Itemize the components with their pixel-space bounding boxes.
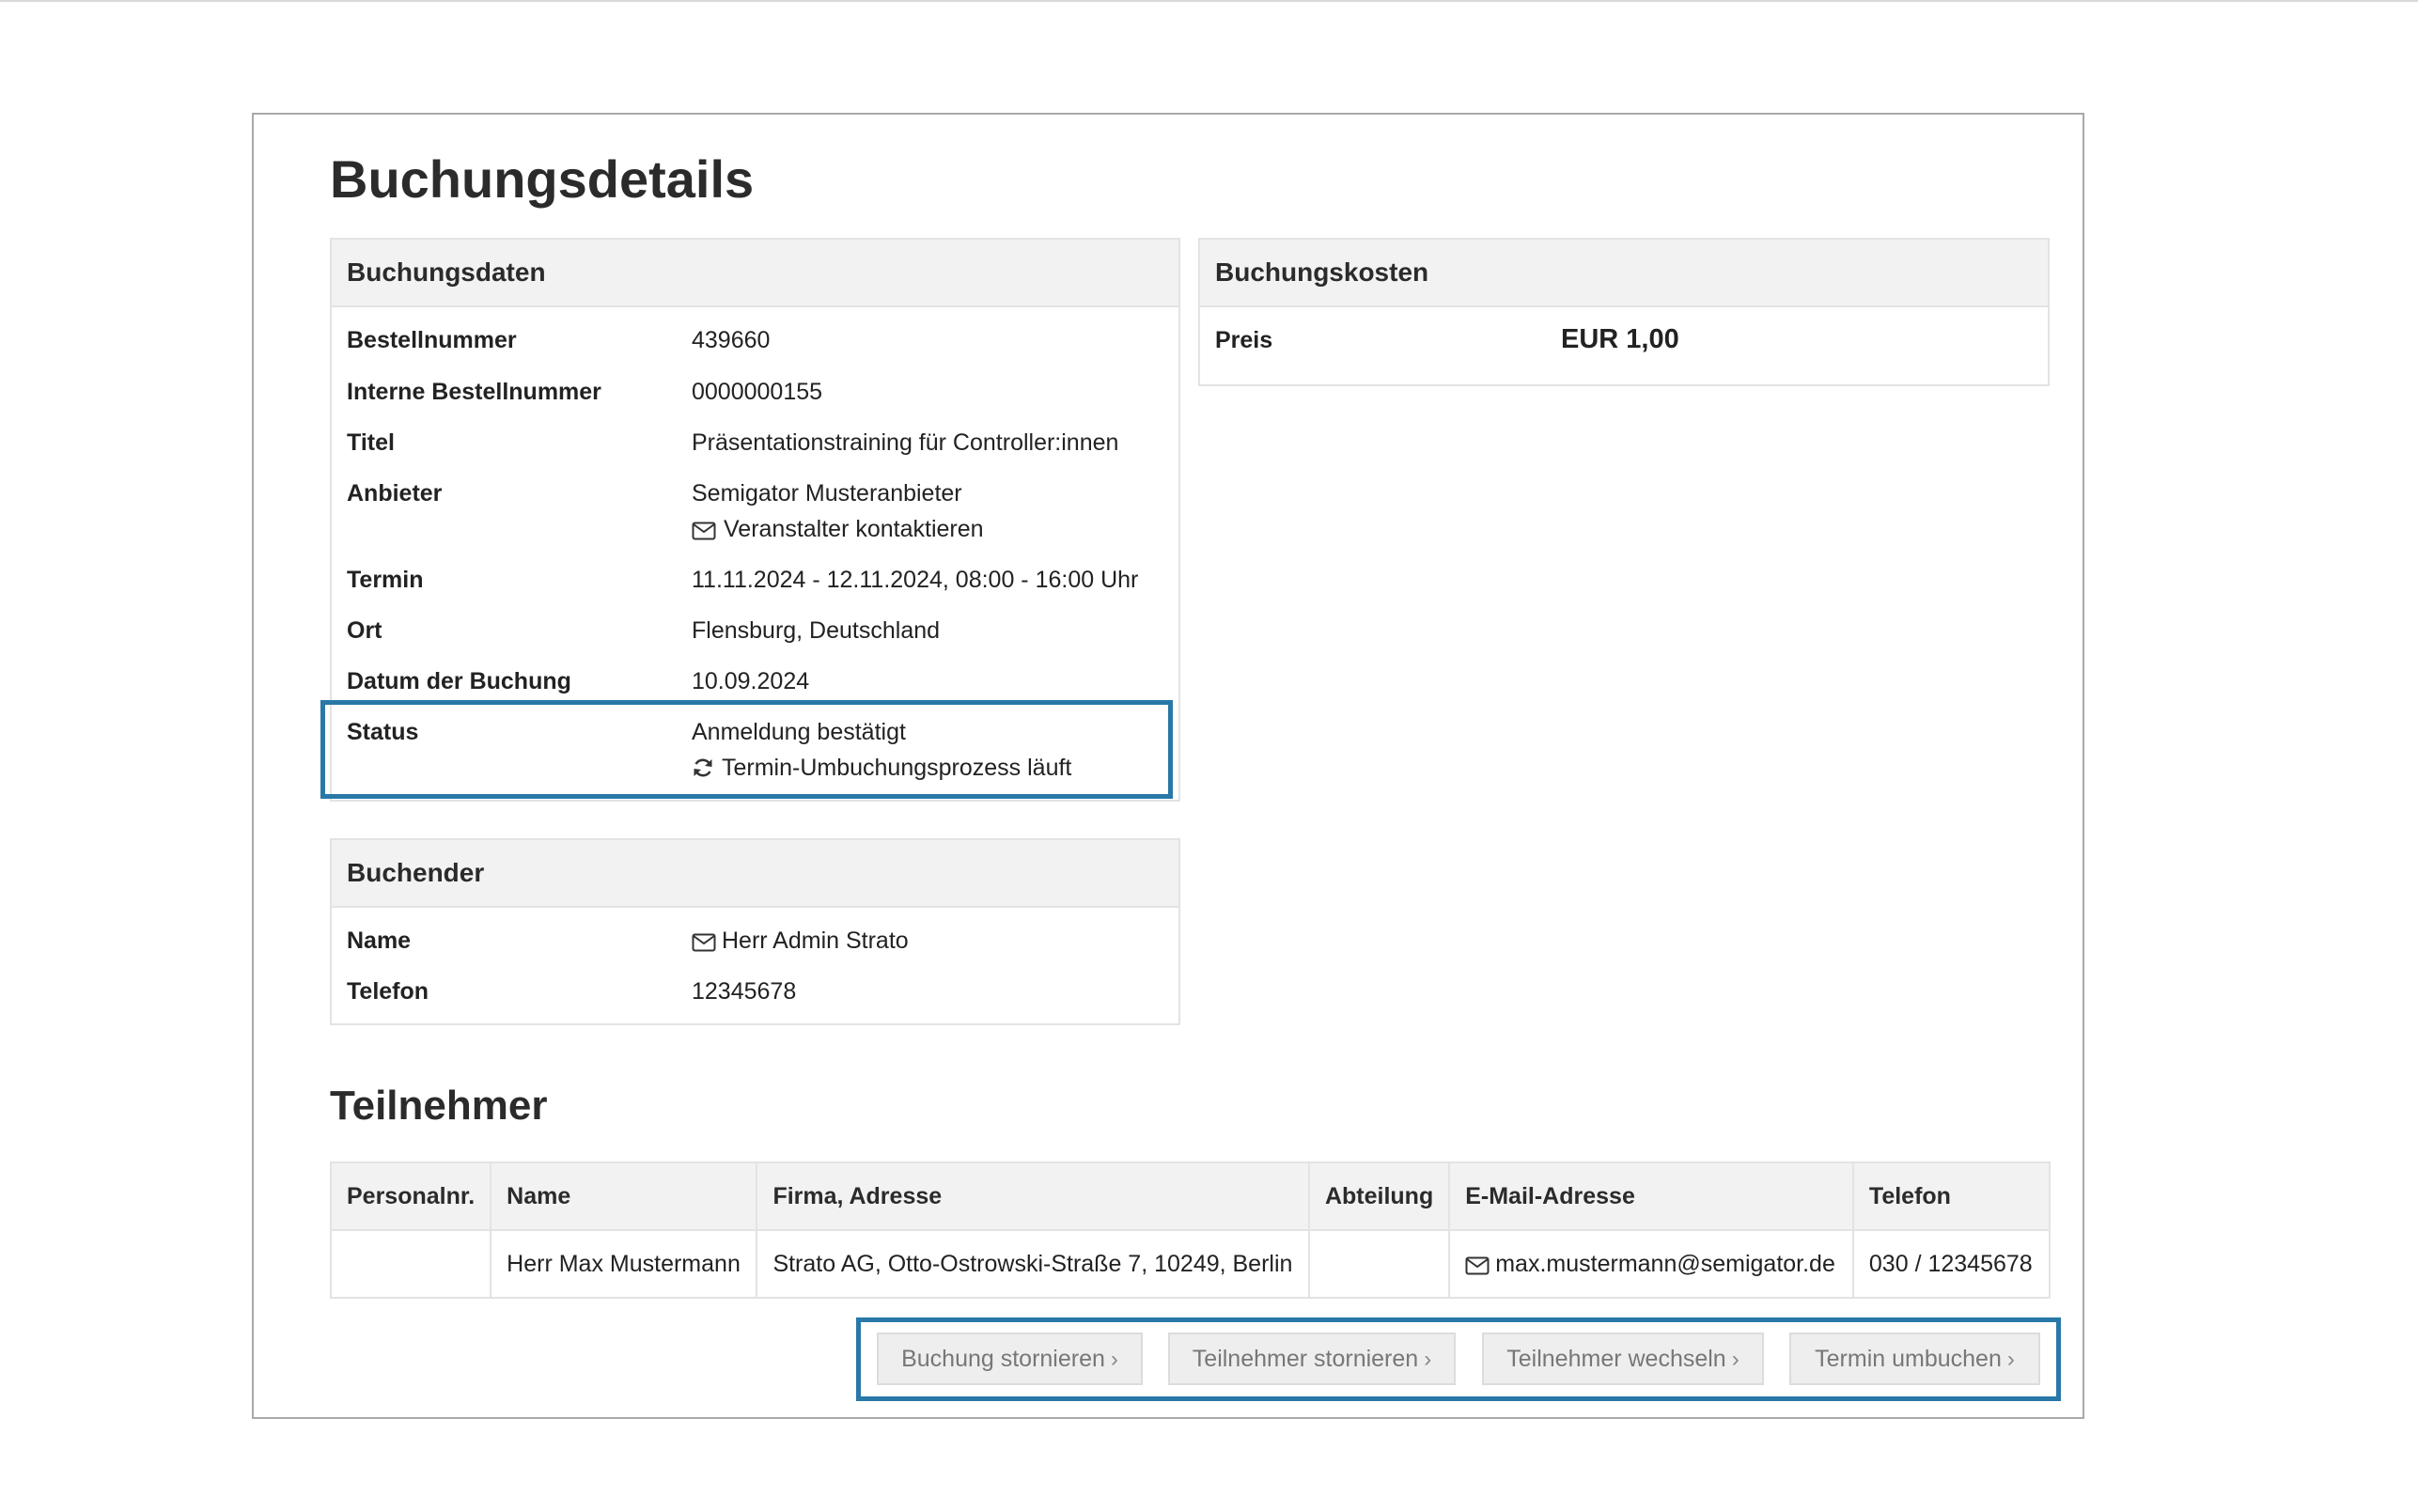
rebook-date-button[interactable]: Termin umbuchen › bbox=[1789, 1333, 2040, 1385]
envelope-icon bbox=[692, 522, 716, 540]
table-row: Herr Max Mustermann Strato AG, Otto-Ostr… bbox=[329, 1229, 2051, 1299]
label-anbieter: Anbieter bbox=[347, 480, 443, 507]
cell-abteilung bbox=[1307, 1229, 1451, 1299]
cell-telefon: 030 / 12345678 bbox=[1851, 1229, 2051, 1299]
value-ort: Flensburg, Deutschland bbox=[692, 617, 941, 644]
participant-email: max.mustermann@semigator.de bbox=[1495, 1250, 1835, 1277]
change-participant-label: Teilnehmer wechseln bbox=[1506, 1346, 1726, 1372]
cell-email: max.mustermann@semigator.de bbox=[1448, 1229, 1854, 1299]
label-name: Name bbox=[347, 927, 412, 954]
column-header: Name bbox=[490, 1161, 758, 1231]
participants-table: Personalnr. Name Firma, Adresse Abteilun… bbox=[329, 1161, 2051, 1299]
value-titel: Präsentationstraining für Controller:inn… bbox=[692, 429, 1119, 456]
buchungskosten-heading: Buchungskosten bbox=[1200, 240, 2048, 307]
value-termin: 11.11.2024 - 12.11.2024, 08:00 - 16:00 U… bbox=[692, 567, 1139, 593]
change-participant-button[interactable]: Teilnehmer wechseln › bbox=[1482, 1333, 1764, 1385]
value-interne-bestellnummer: 0000000155 bbox=[692, 379, 823, 405]
chevron-right-icon: › bbox=[1731, 1347, 1739, 1372]
label-termin: Termin bbox=[347, 567, 424, 593]
booker-name-link[interactable]: Herr Admin Strato bbox=[692, 927, 909, 955]
booker-name: Herr Admin Strato bbox=[722, 927, 909, 954]
chevron-right-icon: › bbox=[2006, 1347, 2015, 1372]
label-ort: Ort bbox=[347, 617, 382, 644]
table-header-row: Personalnr. Name Firma, Adresse Abteilun… bbox=[329, 1161, 2051, 1231]
buchender-panel: Buchender Name Herr Admin Strato Telefon… bbox=[330, 838, 1180, 1025]
page-title: Buchungsdetails bbox=[330, 149, 755, 209]
cell-name: Herr Max Mustermann bbox=[490, 1229, 758, 1299]
buchungskosten-panel: Buchungskosten Preis EUR 1,00 bbox=[1198, 238, 2050, 386]
label-bestellnummer: Bestellnummer bbox=[347, 327, 517, 353]
column-header: Personalnr. bbox=[329, 1161, 492, 1231]
value-anbieter: Semigator Musteranbieter bbox=[692, 480, 962, 507]
value-datum-der-buchung: 10.09.2024 bbox=[692, 668, 810, 694]
cancel-participant-label: Teilnehmer stornieren bbox=[1192, 1346, 1419, 1372]
column-header: E-Mail-Adresse bbox=[1448, 1161, 1854, 1231]
chevron-right-icon: › bbox=[1110, 1347, 1118, 1372]
contact-organizer-link[interactable]: Veranstalter kontaktieren bbox=[692, 516, 984, 543]
chevron-right-icon: › bbox=[1424, 1347, 1432, 1372]
envelope-icon bbox=[1465, 1256, 1490, 1275]
cancel-participant-button[interactable]: Teilnehmer stornieren › bbox=[1168, 1333, 1456, 1385]
column-header: Telefon bbox=[1851, 1161, 2051, 1231]
status-highlight-box bbox=[320, 700, 1173, 799]
column-header: Abteilung bbox=[1307, 1161, 1451, 1231]
teilnehmer-title: Teilnehmer bbox=[330, 1083, 548, 1129]
participant-email-link[interactable]: max.mustermann@semigator.de bbox=[1465, 1251, 1835, 1277]
contact-organizer-label: Veranstalter kontaktieren bbox=[724, 516, 984, 542]
rebook-date-label: Termin umbuchen bbox=[1815, 1346, 2002, 1372]
buchungsdaten-heading: Buchungsdaten bbox=[332, 240, 1178, 307]
cell-firma: Strato AG, Otto-Ostrowski-Straße 7, 1024… bbox=[756, 1229, 1310, 1299]
buchender-heading: Buchender bbox=[332, 840, 1178, 908]
value-bestellnummer: 439660 bbox=[692, 327, 771, 353]
cell-personalnr bbox=[329, 1229, 492, 1299]
value-telefon: 12345678 bbox=[692, 978, 797, 1005]
cancel-booking-label: Buchung stornieren bbox=[901, 1346, 1105, 1372]
label-preis: Preis bbox=[1215, 327, 1273, 353]
label-interne-bestellnummer: Interne Bestellnummer bbox=[347, 379, 601, 405]
envelope-icon bbox=[692, 933, 716, 952]
column-header: Firma, Adresse bbox=[756, 1161, 1310, 1231]
cancel-booking-button[interactable]: Buchung stornieren › bbox=[877, 1333, 1143, 1385]
label-telefon: Telefon bbox=[347, 978, 429, 1005]
label-datum-der-buchung: Datum der Buchung bbox=[347, 668, 571, 694]
top-divider bbox=[0, 0, 2418, 2]
value-preis: EUR 1,00 bbox=[1561, 324, 1679, 354]
label-titel: Titel bbox=[347, 429, 395, 456]
